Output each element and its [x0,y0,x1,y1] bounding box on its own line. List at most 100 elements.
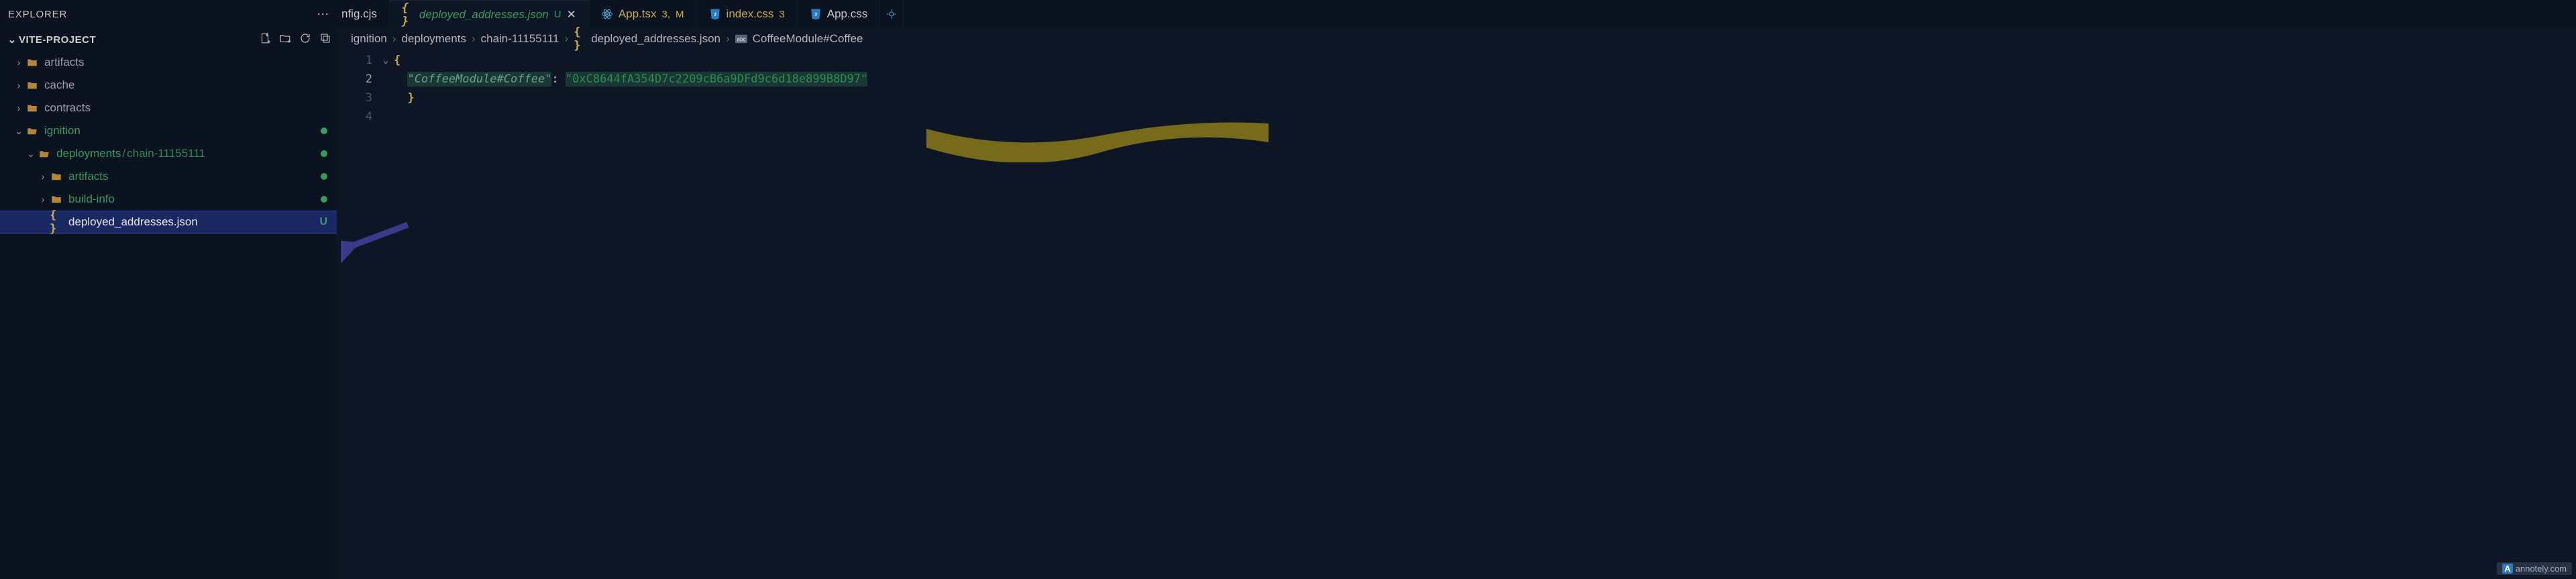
tab-badge-m: M [676,9,684,20]
explorer-more-icon[interactable]: ⋯ [317,7,329,21]
tree-folder-artifacts[interactable]: › artifacts [0,51,337,74]
tab-label: App.tsx [619,7,657,21]
code-content[interactable]: { "CoffeeModule#Coffee": "0xC8644fA354D7… [394,51,867,126]
editor-pane: ignition › deployments › chain-11155111 … [337,28,2576,579]
tree-folder-artifacts-inner[interactable]: › artifacts [0,165,337,188]
braces-icon: { } [50,215,63,229]
tab-label: App.css [827,7,867,21]
breadcrumb-item[interactable]: chain-11155111 [481,32,559,46]
tree-file-deployed-addresses[interactable]: › { } deployed_addresses.json U [0,211,337,233]
chevron-right-icon: › [472,32,476,46]
fold-gutter: ⌄ [378,51,394,126]
git-modified-dot-icon [321,150,327,157]
tree-label: build-info [68,193,115,206]
tab-badge-num: 3, [662,9,671,20]
watermark-a-icon: A [2502,564,2512,574]
close-icon[interactable]: ✕ [567,8,576,21]
line-number-gutter: 1 2 3 4 [337,51,378,126]
project-section-header[interactable]: ⌄ VITE-PROJECT [0,28,337,51]
chevron-right-icon: › [36,171,50,182]
tree-folder-contracts[interactable]: › contracts [0,97,337,119]
line-number: 3 [337,89,372,107]
tab-partial[interactable]: nfig.cjs [337,0,390,28]
line-number: 4 [337,107,372,126]
folder-icon [25,101,39,115]
tree-folder-cache[interactable]: › cache [0,74,337,97]
folder-open-icon [25,124,39,138]
tree-label: ignition [44,124,80,138]
chevron-right-icon: › [36,194,50,205]
code-token: { [394,54,400,67]
code-token: } [407,91,414,105]
watermark-badge: A annotely.com [2497,562,2572,575]
collapse-all-icon[interactable] [319,32,331,47]
tree-label: deployed_addresses.json [68,215,198,229]
braces-icon: { } [574,33,586,45]
tab-deployed-addresses[interactable]: { } deployed_addresses.json U ✕ [390,0,589,28]
chevron-right-icon: › [12,57,25,68]
tree-label: deployments [56,147,121,160]
code-token: "0xC8644fA354D7c2209cB6a9DFd9c6d18e899B8… [566,72,867,87]
new-file-icon[interactable] [259,32,271,47]
tab-label: nfig.cjs [341,7,377,21]
tab-badge-num: 3 [779,9,784,20]
explorer-title: EXPLORER [8,9,67,20]
css-icon: 3 [810,8,822,20]
folder-icon [25,56,39,69]
gear-partial-icon [885,8,898,20]
symbol-string-icon: abc [735,33,747,45]
code-token: "CoffeeModule#Coffee" [407,72,551,87]
tree-folder-deployments[interactable]: ⌄ deployments/chain-11155111 [0,142,337,165]
chevron-down-icon: ⌄ [12,125,25,137]
explorer-panel: ⌄ VITE-PROJECT › artifacts › cache [0,28,337,579]
tab-app-css[interactable]: 3 App.css [798,0,880,28]
tree-label: contracts [44,101,91,115]
tab-extra-icon[interactable] [880,0,904,28]
chevron-down-icon: ⌄ [24,148,38,160]
breadcrumb-item[interactable]: deployed_addresses.json [591,32,720,46]
chevron-right-icon: › [726,32,730,46]
folder-icon [25,78,39,92]
explorer-header: EXPLORER ⋯ [0,0,337,28]
chevron-right-icon: › [12,80,25,91]
tree-label: cache [44,78,74,92]
git-modified-dot-icon [321,127,327,134]
breadcrumb-item[interactable]: deployments [402,32,466,46]
tree-label: artifacts [68,170,109,183]
fold-chevron-icon[interactable]: ⌄ [378,51,394,70]
tab-label: index.css [727,7,774,21]
file-tree: › artifacts › cache › contracts ⌄ ig [0,51,337,233]
css-icon: 3 [709,8,721,20]
git-modified-dot-icon [321,173,327,180]
breadcrumb-item[interactable]: CoffeeModule#Coffee [753,32,863,46]
tab-badge-u: U [554,9,561,20]
react-icon [601,8,613,20]
refresh-icon[interactable] [299,32,311,47]
git-untracked-badge: U [319,216,327,228]
chevron-down-icon: ⌄ [5,34,19,46]
breadcrumb: ignition › deployments › chain-11155111 … [337,28,2576,50]
new-folder-icon[interactable] [279,32,291,47]
folder-icon [50,170,63,183]
tree-folder-ignition[interactable]: ⌄ ignition [0,119,337,142]
braces-icon: { } [402,9,414,21]
tab-app-tsx[interactable]: App.tsx 3, M [589,0,697,28]
code-area[interactable]: 1 2 3 4 ⌄ { "CoffeeModule#Coffee": "0xC8… [337,50,2576,126]
svg-text:3: 3 [714,12,716,17]
tree-folder-build-info[interactable]: › build-info [0,188,337,211]
svg-text:3: 3 [814,12,817,17]
folder-open-icon [38,147,51,160]
project-name: VITE-PROJECT [19,34,96,46]
git-modified-dot-icon [321,196,327,203]
editor-tabs: nfig.cjs { } deployed_addresses.json U ✕… [337,0,2576,28]
breadcrumb-item[interactable]: ignition [351,32,387,46]
svg-text:abc: abc [737,37,745,43]
tree-label: artifacts [44,56,85,69]
tree-sublabel: chain-11155111 [127,147,205,160]
tab-index-css[interactable]: 3 index.css 3 [697,0,798,28]
chevron-right-icon: › [392,32,396,46]
chevron-right-icon: › [565,32,569,46]
folder-icon [50,193,63,206]
code-token: : [551,72,558,86]
line-number: 2 [337,70,372,89]
